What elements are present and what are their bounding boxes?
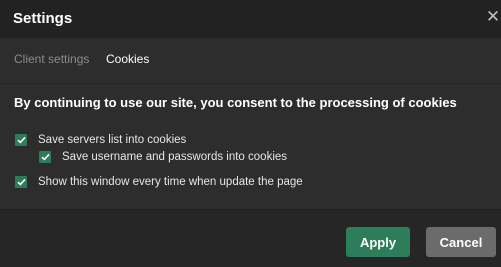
show-window-checkbox[interactable]: [15, 176, 27, 188]
save-servers-label: Save servers list into cookies: [38, 134, 187, 146]
apply-button[interactable]: Apply: [346, 227, 410, 257]
settings-dialog: Settings ✕ Client settings Cookies By co…: [0, 0, 501, 267]
check-icon: [40, 153, 50, 161]
save-credentials-option[interactable]: Save username and passwords into cookies: [39, 151, 287, 163]
cancel-button[interactable]: Cancel: [426, 227, 496, 257]
save-servers-option[interactable]: Save servers list into cookies: [15, 134, 186, 146]
cookies-consent-heading: By continuing to use our site, you conse…: [14, 95, 457, 110]
check-icon: [16, 178, 26, 186]
save-credentials-checkbox[interactable]: [39, 151, 51, 163]
show-window-label: Show this window every time when update …: [38, 176, 303, 188]
save-servers-checkbox[interactable]: [15, 134, 27, 146]
save-credentials-label: Save username and passwords into cookies: [62, 151, 288, 163]
close-icon[interactable]: ✕: [485, 8, 501, 26]
dialog-title: Settings: [13, 10, 73, 27]
dialog-titlebar: Settings ✕: [0, 0, 501, 38]
show-window-option[interactable]: Show this window every time when update …: [15, 176, 303, 188]
tab-client-settings[interactable]: Client settings: [14, 52, 89, 66]
tab-bar: Client settings Cookies: [0, 38, 501, 84]
cookies-panel: By continuing to use our site, you conse…: [0, 84, 501, 209]
dialog-footer: Apply Cancel: [0, 209, 501, 267]
tab-cookies[interactable]: Cookies: [106, 52, 149, 66]
check-icon: [16, 136, 26, 144]
